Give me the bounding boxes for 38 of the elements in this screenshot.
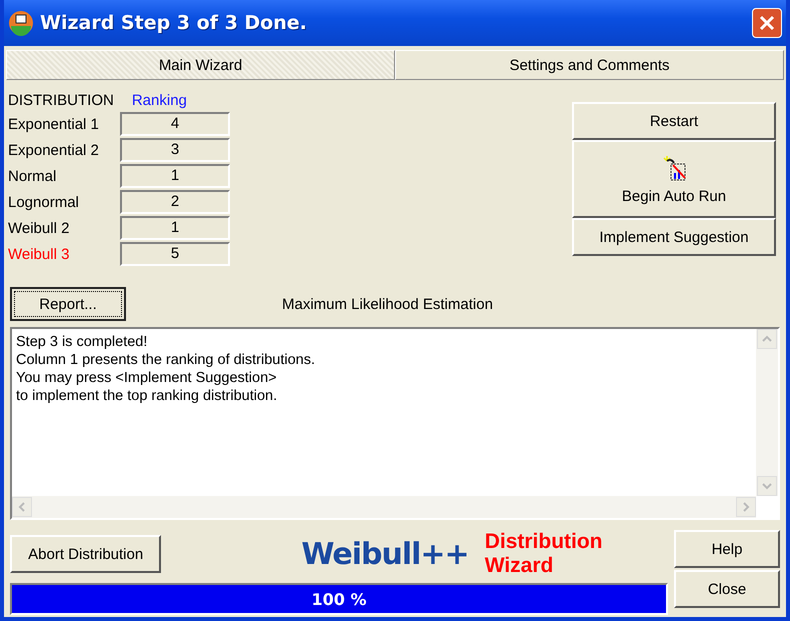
side-button[interactable]: Restart (572, 102, 776, 140)
product-logo: Weibull++ (301, 536, 469, 572)
rank-value: 3 (120, 138, 230, 162)
column-header: Ranking (132, 92, 187, 109)
distribution-name: Weibull 2 (8, 220, 70, 236)
rank-value: 5 (120, 242, 230, 266)
chart-wand-icon (661, 154, 687, 182)
message-line: Step 3 is completed! (16, 333, 148, 351)
message-line: to implement the top ranking distribution. (16, 387, 278, 405)
distribution-name: Weibull 3 (8, 246, 70, 262)
close-icon[interactable] (752, 8, 782, 38)
distribution-name: Exponential 1 (8, 116, 100, 132)
rank-value: 1 (120, 164, 230, 188)
report-button[interactable]: Report... (10, 287, 126, 321)
message-area[interactable]: Step 3 is completed! Column 1 presents the ranking of distributions. You may press <Implement Suggestion> to implement the top ranking distribution. (10, 327, 780, 520)
rank-value: 2 (120, 190, 230, 214)
app-logo-icon (8, 10, 34, 36)
message-line: You may press <Implement Suggestion> (16, 369, 278, 387)
tab[interactable]: Main Wizard (6, 50, 395, 80)
abort-button[interactable]: Abort Distribution (10, 535, 162, 573)
window-title: Wizard Step 3 of 3 Done. (40, 12, 308, 34)
logo-subtitle: Distribution Wizard (484, 530, 604, 578)
tab[interactable]: Settings and Comments (395, 50, 784, 80)
distribution-name: Exponential 2 (8, 142, 100, 158)
distribution-name: Normal (8, 168, 58, 184)
horizontal-scrollbar[interactable] (12, 496, 756, 518)
distribution-name: Lognormal (8, 194, 80, 210)
side-button[interactable]: Implement Suggestion (572, 218, 776, 256)
column-header: DISTRIBUTION (8, 92, 114, 109)
vertical-scrollbar[interactable] (756, 329, 778, 496)
rank-value: 4 (120, 112, 230, 136)
begin-auto-run-button[interactable]: Begin Auto Run (572, 140, 776, 218)
method-label: Maximum Likelihood Estimation (282, 296, 493, 312)
progress-reading: 100 % (310, 590, 368, 609)
close-button[interactable]: Close (674, 570, 780, 608)
rank-value: 1 (120, 216, 230, 240)
help-button[interactable]: Help (674, 530, 780, 568)
message-line: Column 1 presents the ranking of distributions. (16, 351, 316, 369)
